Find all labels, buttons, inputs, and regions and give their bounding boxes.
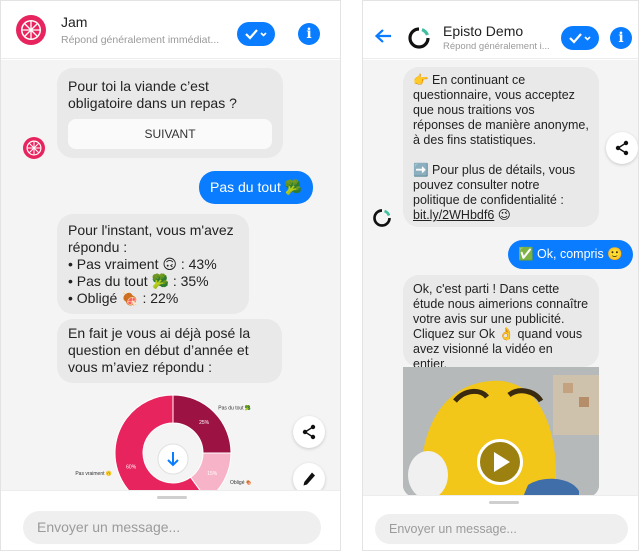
user-reply-bubble: Pas du tout 🥦 xyxy=(199,171,314,204)
results-intro: Pour l'instant, vous m'avez répondu : xyxy=(68,222,234,255)
chat-screen-episto: Episto Demo Répond généralement i... i 👉… xyxy=(362,0,639,551)
wink-emoji: 😉 xyxy=(497,208,511,222)
consent-text: 👉 En continuant ce questionnaire, vous a… xyxy=(413,73,589,147)
video-thumbnail[interactable] xyxy=(403,367,599,497)
check-chevron-icon xyxy=(569,33,591,44)
consent-bubble: 👉 En continuant ce questionnaire, vous a… xyxy=(403,67,599,227)
pie-value-label: 25% xyxy=(199,420,210,426)
poll-donut-chart: 60% Pas vraiment 🙃 25% Pas du tout 🥦 15% Obli… xyxy=(75,394,252,493)
already-asked-text: En fait je vous ai déjà posé la question… xyxy=(68,325,251,375)
already-asked-bubble: En fait je vous ai déjà posé la question… xyxy=(57,319,282,383)
quick-reply-menu-button[interactable] xyxy=(561,26,599,50)
check-chevron-icon xyxy=(245,29,267,40)
intro-bubble: Ok, c'est parti ! Dans cette étude nous … xyxy=(403,275,599,371)
pie-category-label: Obligé 🍖 xyxy=(230,479,252,486)
play-icon xyxy=(494,452,510,472)
question-text: Pour toi la viande c’est obligatoire dan… xyxy=(68,78,237,111)
quick-reply-menu-button[interactable] xyxy=(237,22,275,46)
play-button[interactable] xyxy=(477,439,523,485)
results-line-2: • Pas du tout 🥦 : 35% xyxy=(68,273,209,289)
message-input[interactable]: Envoyer un message... xyxy=(23,511,321,544)
chat-subtitle: Répond généralement immédiat... xyxy=(61,34,220,46)
share-icon xyxy=(615,140,629,156)
user-reply-bubble: ✅ Ok, compris 🙂 xyxy=(508,240,633,269)
bot-avatar-icon xyxy=(23,137,45,159)
share-button[interactable] xyxy=(293,416,325,448)
pencil-icon xyxy=(303,472,315,486)
chat-subtitle: Répond généralement i... xyxy=(443,41,550,52)
question-bubble: Pour toi la viande c’est obligatoire dan… xyxy=(57,68,283,158)
drag-handle[interactable] xyxy=(157,496,187,499)
back-arrow-icon[interactable] xyxy=(374,28,392,44)
pie-category-label: Pas vraiment 🙃 xyxy=(75,470,112,477)
info-icon[interactable]: i xyxy=(610,27,632,49)
results-bubble: Pour l'instant, vous m'avez répondu : • … xyxy=(57,214,249,314)
chat-title: Episto Demo xyxy=(443,23,524,39)
message-input[interactable]: Envoyer un message... xyxy=(375,514,628,544)
info-icon[interactable]: i xyxy=(298,23,320,45)
message-composer: Envoyer un message... xyxy=(363,495,638,550)
results-line-3: • Obligé 🍖 : 22% xyxy=(68,290,179,306)
scroll-down-button[interactable] xyxy=(157,443,189,475)
message-composer: Envoyer un message... xyxy=(1,490,340,550)
drag-handle[interactable] xyxy=(489,501,519,504)
chat-screen-jam: Jam Répond généralement immédiat... i Po… xyxy=(0,0,341,551)
pie-value-label: 60% xyxy=(126,465,137,471)
chat-header: Jam Répond généralement immédiat... i xyxy=(1,1,340,59)
share-icon xyxy=(302,424,316,440)
share-button[interactable] xyxy=(606,132,638,164)
privacy-link[interactable]: bit.ly/2WHbdf6 xyxy=(413,208,494,222)
jam-logo-icon xyxy=(16,15,46,45)
pie-value-label: 15% xyxy=(207,471,218,477)
chat-header: Episto Demo Répond généralement i... i xyxy=(363,1,638,59)
intro-text: Ok, c'est parti ! Dans cette étude nous … xyxy=(413,282,589,371)
conversation: Pour toi la viande c’est obligatoire dan… xyxy=(1,60,340,550)
chat-title: Jam xyxy=(61,14,88,30)
episto-logo-icon xyxy=(408,27,430,49)
privacy-text: ➡️ Pour plus de détails, vous pouvez con… xyxy=(413,163,576,207)
next-button[interactable]: SUIVANT xyxy=(68,119,272,149)
pie-category-label: Pas du tout 🥦 xyxy=(218,405,251,412)
results-line-1: • Pas vraiment 🙃 : 43% xyxy=(68,256,217,272)
conversation: 👉 En continuant ce questionnaire, vous a… xyxy=(363,60,638,550)
bot-avatar-icon xyxy=(373,209,391,227)
